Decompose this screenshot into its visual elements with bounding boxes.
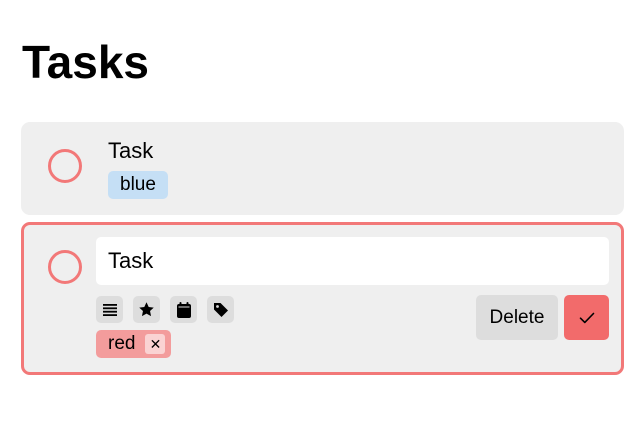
- complete-task-checkbox[interactable]: [48, 250, 82, 284]
- check-icon: [579, 312, 594, 323]
- task-item-editing: red ✕ Delete: [21, 222, 624, 375]
- tag-icon: [213, 302, 228, 317]
- star-button[interactable]: [133, 296, 160, 323]
- task-item[interactable]: Task blue: [21, 122, 624, 215]
- tag-button[interactable]: [207, 296, 234, 323]
- notes-button[interactable]: [96, 296, 123, 323]
- task-toolbar: [96, 296, 234, 323]
- page-title: Tasks: [22, 36, 150, 88]
- delete-button[interactable]: Delete: [476, 295, 558, 340]
- notes-icon: [102, 303, 117, 316]
- task-title[interactable]: Task: [108, 138, 153, 164]
- tag-label: red: [108, 333, 136, 354]
- star-icon: [139, 302, 154, 317]
- tag-badge[interactable]: blue: [108, 171, 168, 199]
- task-title-input[interactable]: [96, 237, 609, 285]
- done-button[interactable]: [564, 295, 609, 340]
- calendar-button[interactable]: [170, 296, 197, 323]
- page: Tasks Task blue Task red ✕ Delete: [0, 0, 644, 441]
- calendar-icon: [176, 301, 191, 318]
- remove-tag-button[interactable]: ✕: [145, 334, 166, 354]
- close-icon: ✕: [149, 336, 162, 352]
- tag-badge: red ✕: [96, 330, 172, 358]
- complete-task-checkbox[interactable]: [48, 149, 82, 183]
